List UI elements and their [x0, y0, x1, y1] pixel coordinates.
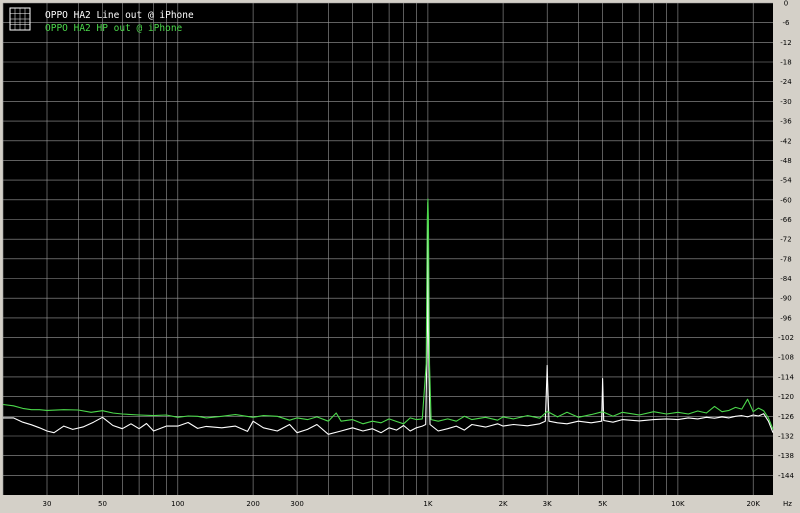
legend-entry-line-out: OPPO HA2 Line out @ iPhone	[45, 10, 194, 21]
x-tick-label: 20K	[746, 500, 760, 508]
legend-entry-hp-out: OPPO HA2 HP out @ iPhone	[45, 23, 183, 34]
y-tick-label: -108	[778, 354, 794, 362]
y-tick-label: -144	[778, 472, 794, 480]
x-tick-label: 200	[246, 500, 259, 508]
y-tick-label: -84	[780, 275, 792, 283]
y-tick-label: -96	[780, 314, 792, 322]
x-tick-label: 100	[171, 500, 184, 508]
x-tick-label: 5K	[598, 500, 607, 508]
x-tick-label: 300	[290, 500, 303, 508]
y-tick-label: -120	[778, 393, 794, 401]
x-axis-ticks: 30 50 100 200 300 1K 2K 3K 5K 10K 20K	[43, 500, 761, 508]
x-tick-label: 3K	[543, 500, 552, 508]
y-tick-label: 0	[784, 0, 788, 8]
y-tick-label: -90	[780, 295, 791, 303]
y-tick-label: -60	[780, 196, 791, 204]
x-tick-label: 2K	[499, 500, 508, 508]
y-tick-label: -12	[780, 39, 791, 47]
x-tick-label: 30	[43, 500, 52, 508]
y-tick-label: -54	[780, 177, 792, 185]
fft-spectrum-chart: OPPO HA2 Line out @ iPhone OPPO HA2 HP o…	[2, 0, 794, 508]
y-tick-label: -36	[780, 118, 792, 126]
chart-window: OPPO HA2 Line out @ iPhone OPPO HA2 HP o…	[0, 0, 800, 513]
x-tick-label: 1K	[423, 500, 432, 508]
plot-background	[3, 3, 773, 495]
y-tick-label: -78	[780, 255, 791, 263]
y-tick-label: -114	[778, 373, 794, 381]
x-axis-unit: Hz	[783, 500, 792, 508]
y-tick-label: -102	[778, 334, 794, 342]
y-tick-label: -6	[783, 19, 791, 27]
y-tick-label: -138	[778, 452, 794, 460]
y-tick-label: -72	[780, 236, 791, 244]
x-tick-label: 50	[98, 500, 107, 508]
y-tick-label: -66	[780, 216, 792, 224]
x-tick-label: 10K	[671, 500, 685, 508]
y-tick-label: -18	[780, 59, 791, 67]
y-tick-label: -42	[780, 137, 791, 145]
y-tick-label: -132	[778, 433, 794, 441]
y-axis-ticks: 0 -6 -12 -18 -24 -30 -36 -42 -48 -54 -60 -66 -72 -78 -…	[778, 0, 794, 480]
y-tick-label: -24	[780, 78, 792, 86]
y-tick-label: -30	[780, 98, 791, 106]
y-tick-label: -48	[780, 157, 791, 165]
y-tick-label: -126	[778, 413, 794, 421]
